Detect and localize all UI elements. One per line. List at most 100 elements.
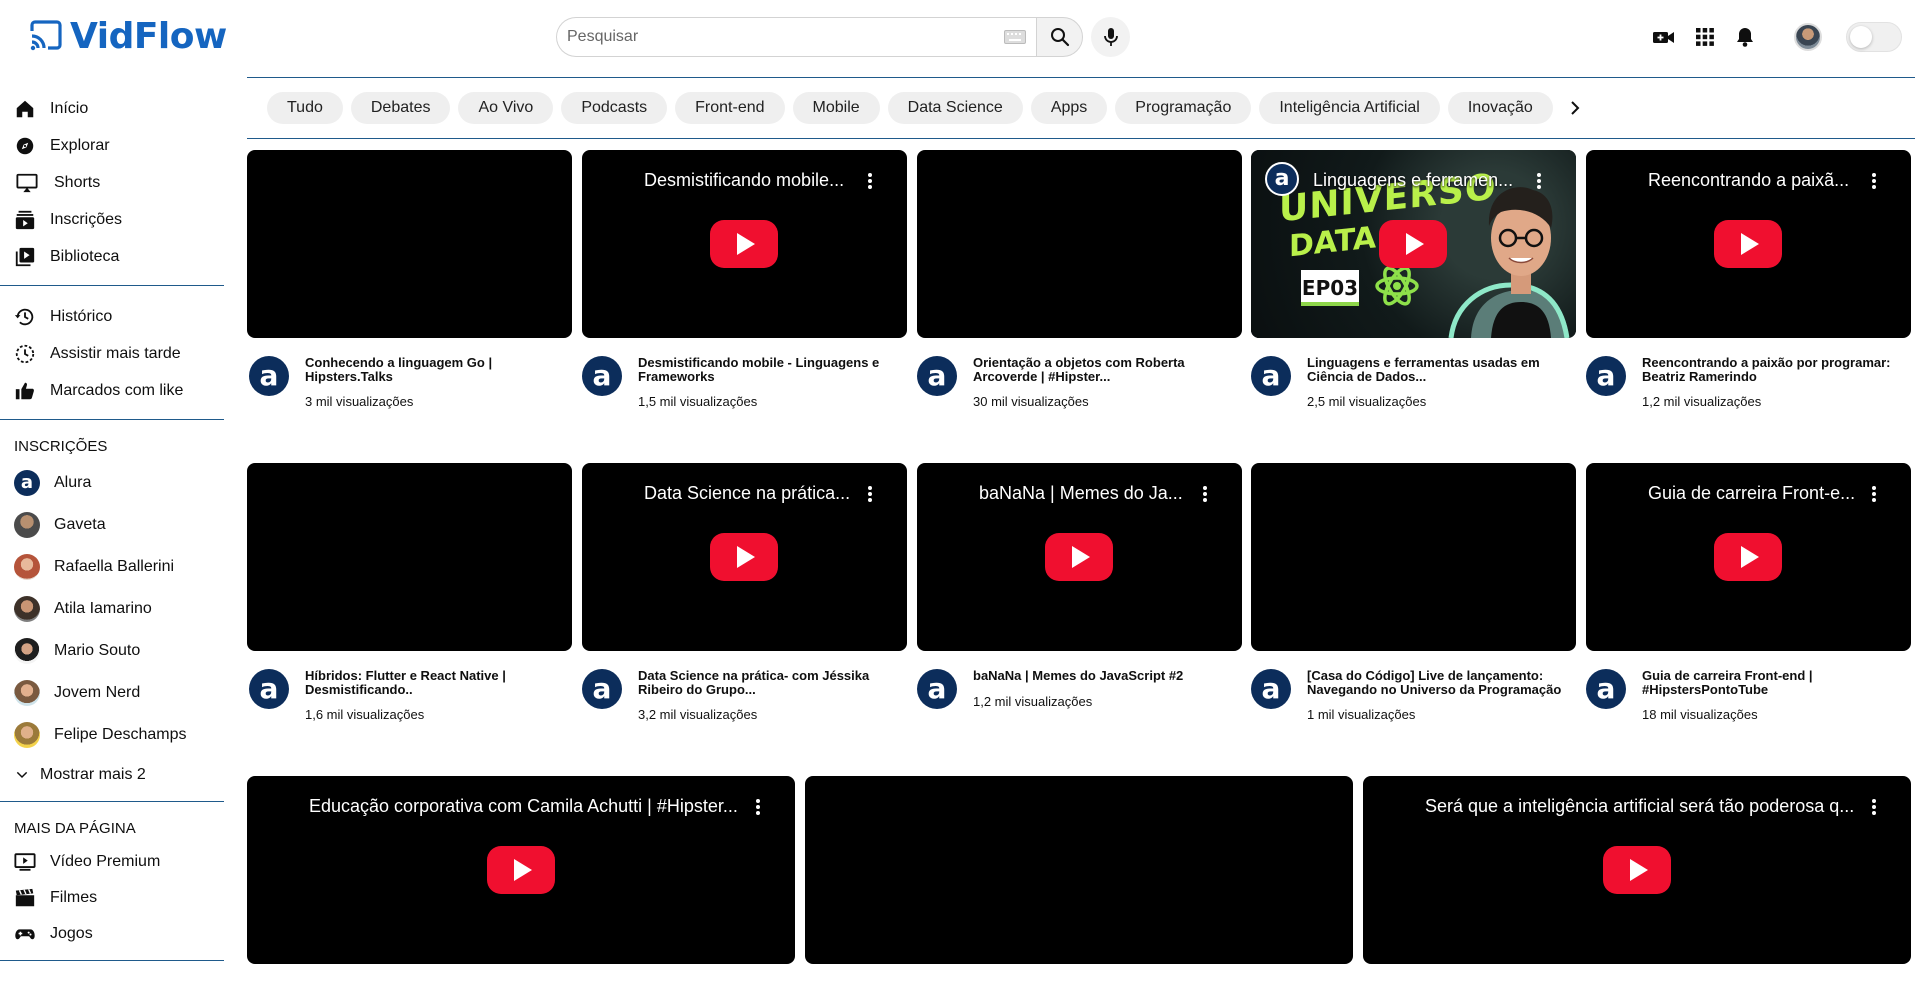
more-options-icon[interactable]	[860, 483, 880, 505]
video-card[interactable]: Educação corporativa com Camila Achutti …	[247, 776, 795, 983]
more-options-icon[interactable]	[748, 796, 768, 818]
video-title[interactable]: Reencontrando a paixão por programar: Be…	[1642, 356, 1902, 384]
chip-programacao[interactable]: Programação	[1115, 92, 1252, 124]
sidebar-item-explorar[interactable]: Explorar	[0, 127, 224, 164]
sidebar-item-video-premium[interactable]: Vídeo Premium	[0, 844, 224, 880]
video-card[interactable]: Será que a inteligência artificial será …	[1363, 776, 1911, 983]
sidebar-item-inicio[interactable]: Início	[0, 90, 224, 127]
video-title[interactable]: Linguagens e ferramentas usadas em Ciênc…	[1307, 356, 1567, 384]
sidebar-item-filmes[interactable]: Filmes	[0, 880, 224, 916]
subscription-atila-iamarino[interactable]: Atila Iamarino	[0, 588, 224, 630]
sidebar-item-inscricoes[interactable]: Inscrições	[0, 201, 224, 238]
video-card[interactable]: a Conhecendo a linguagem Go | Hipsters.T…	[247, 150, 572, 420]
video-thumbnail[interactable]	[247, 150, 572, 338]
chip-inteligencia-artificial[interactable]: Inteligência Artificial	[1259, 92, 1440, 124]
subscription-gaveta[interactable]: Gaveta	[0, 504, 224, 546]
app-logo[interactable]: VidFlow	[28, 16, 227, 57]
subscription-felipe-deschamps[interactable]: Felipe Deschamps	[0, 714, 224, 756]
chip-podcasts[interactable]: Podcasts	[561, 92, 668, 124]
video-thumbnail[interactable]: Guia de carreira Front-e...	[1586, 463, 1911, 651]
play-button-icon[interactable]	[1045, 533, 1113, 581]
play-button-icon[interactable]	[710, 220, 778, 268]
chip-apps[interactable]: Apps	[1030, 92, 1108, 124]
create-video-icon[interactable]	[1652, 27, 1676, 47]
search-button[interactable]	[1036, 17, 1084, 57]
play-button-icon[interactable]	[1379, 220, 1447, 268]
play-button-icon[interactable]	[1714, 220, 1782, 268]
video-title[interactable]: baNaNa | Memes do JavaScript #2	[973, 669, 1233, 683]
video-thumbnail[interactable]: Reencontrando a paixã...	[1586, 150, 1911, 338]
video-thumbnail[interactable]	[247, 463, 572, 651]
channel-avatar[interactable]: a	[582, 669, 622, 709]
video-thumbnail[interactable]: Desmistificando mobile...	[582, 150, 907, 338]
play-button-icon[interactable]	[1603, 846, 1671, 894]
subscription-alura[interactable]: a Alura	[0, 462, 224, 504]
chip-mobile[interactable]: Mobile	[792, 92, 880, 124]
more-options-icon[interactable]	[1864, 170, 1884, 192]
more-options-icon[interactable]	[860, 170, 880, 192]
chip-ao-vivo[interactable]: Ao Vivo	[458, 92, 554, 124]
video-title[interactable]: Desmistificando mobile - Linguagens e Fr…	[638, 356, 898, 384]
video-card[interactable]: baNaNa | Memes do Ja... a baNaNa | Memes…	[917, 463, 1242, 733]
video-card[interactable]	[805, 776, 1353, 983]
video-card[interactable]: Guia de carreira Front-e... a Guia de ca…	[1586, 463, 1911, 733]
more-options-icon[interactable]	[1529, 170, 1549, 192]
sidebar-item-biblioteca[interactable]: Biblioteca	[0, 238, 224, 275]
subscription-mario-souto[interactable]: Mario Souto	[0, 630, 224, 672]
subscription-rafaella-ballerini[interactable]: Rafaella Ballerini	[0, 546, 224, 588]
video-title[interactable]: Híbridos: Flutter e React Native | Desmi…	[305, 669, 565, 697]
video-card[interactable]: UNIVERSO DATA SC EP03 a Linguagens e fer…	[1251, 150, 1576, 420]
video-card[interactable]: a [Casa do Código] Live de lançamento: N…	[1251, 463, 1576, 733]
channel-avatar[interactable]: a	[1251, 669, 1291, 709]
video-thumbnail[interactable]: Educação corporativa com Camila Achutti …	[247, 776, 795, 964]
video-title[interactable]: Orientação a objetos com Roberta Arcover…	[973, 356, 1233, 384]
video-title[interactable]: [Casa do Código] Live de lançamento: Nav…	[1307, 669, 1567, 697]
search-input[interactable]	[567, 28, 1005, 46]
channel-avatar[interactable]: a	[1586, 669, 1626, 709]
voice-search-button[interactable]	[1091, 17, 1131, 57]
channel-avatar[interactable]: a	[917, 356, 957, 396]
video-card[interactable]: Desmistificando mobile... a Desmistifica…	[582, 150, 907, 420]
video-title[interactable]: Conhecendo a linguagem Go | Hipsters.Tal…	[305, 356, 565, 384]
more-options-icon[interactable]	[1195, 483, 1215, 505]
video-thumbnail[interactable]	[917, 150, 1242, 338]
chip-front-end[interactable]: Front-end	[675, 92, 785, 124]
sidebar-item-watch-later[interactable]: Assistir mais tarde	[0, 335, 224, 372]
chip-debates[interactable]: Debates	[350, 92, 451, 124]
video-title[interactable]: Data Science na prática- com Jéssika Rib…	[638, 669, 898, 697]
chip-data-science[interactable]: Data Science	[887, 92, 1023, 124]
video-card[interactable]: Data Science na prática... a Data Scienc…	[582, 463, 907, 733]
more-options-icon[interactable]	[1864, 796, 1884, 818]
sidebar-item-shorts[interactable]: Shorts	[0, 164, 224, 201]
chip-inovacao[interactable]: Inovação	[1447, 92, 1553, 124]
subscription-jovem-nerd[interactable]: Jovem Nerd	[0, 672, 224, 714]
play-button-icon[interactable]	[710, 533, 778, 581]
sidebar-item-liked[interactable]: Marcados com like	[0, 372, 224, 409]
video-thumbnail[interactable]: Será que a inteligência artificial será …	[1363, 776, 1911, 964]
more-options-icon[interactable]	[1864, 483, 1884, 505]
video-card[interactable]: a Orientação a objetos com Roberta Arcov…	[917, 150, 1242, 420]
video-thumbnail[interactable]	[1251, 463, 1576, 651]
play-button-icon[interactable]	[487, 846, 555, 894]
channel-avatar[interactable]: a	[917, 669, 957, 709]
show-more-subscriptions[interactable]: Mostrar mais 2	[0, 756, 224, 793]
video-thumbnail[interactable]: baNaNa | Memes do Ja...	[917, 463, 1242, 651]
play-button-icon[interactable]	[1714, 533, 1782, 581]
apps-grid-icon[interactable]	[1694, 26, 1716, 48]
video-thumbnail[interactable]	[805, 776, 1353, 964]
theme-toggle[interactable]	[1846, 22, 1902, 52]
video-card[interactable]: a Híbridos: Flutter e React Native | Des…	[247, 463, 572, 733]
video-title[interactable]: Guia de carreira Front-end | #HipstersPo…	[1642, 669, 1902, 697]
user-avatar[interactable]	[1794, 23, 1822, 51]
video-card[interactable]: Reencontrando a paixã... a Reencontrando…	[1586, 150, 1911, 420]
channel-avatar[interactable]: a	[249, 356, 289, 396]
keyboard-icon[interactable]	[1004, 30, 1027, 44]
video-thumbnail[interactable]: UNIVERSO DATA SC EP03 a Linguagens e fer…	[1251, 150, 1576, 338]
sidebar-item-jogos[interactable]: Jogos	[0, 916, 224, 952]
channel-avatar[interactable]: a	[249, 669, 289, 709]
sidebar-item-historico[interactable]: Histórico	[0, 298, 224, 335]
video-thumbnail[interactable]: Data Science na prática...	[582, 463, 907, 651]
channel-avatar[interactable]: a	[1586, 356, 1626, 396]
channel-avatar[interactable]: a	[1251, 356, 1291, 396]
channel-avatar[interactable]: a	[582, 356, 622, 396]
